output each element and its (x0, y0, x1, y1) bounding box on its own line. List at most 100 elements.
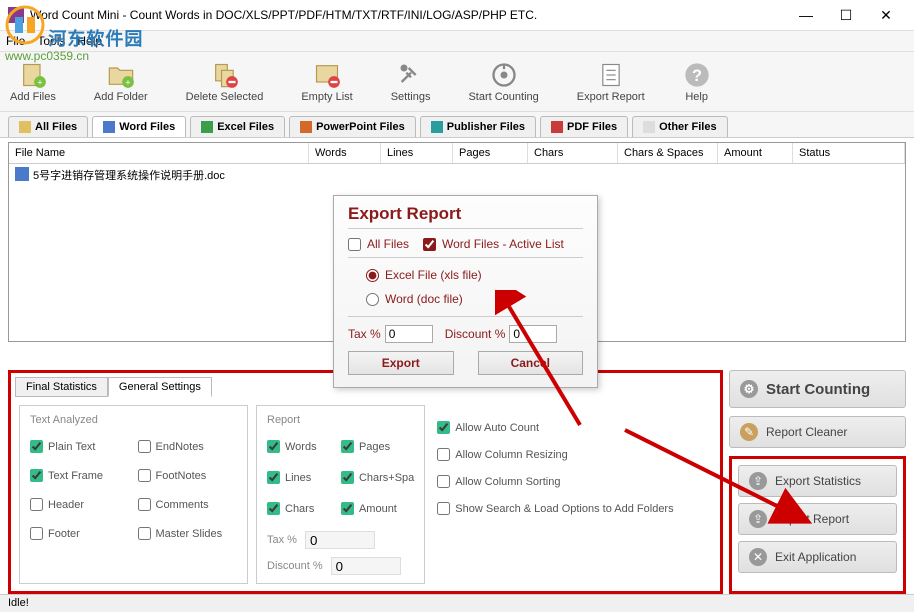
status-bar: Idle! (0, 594, 914, 612)
word-files-active-label: Word Files - Active List (442, 237, 564, 251)
export-report-dialog: Export Report All Files Word Files - Act… (333, 195, 598, 388)
discount-label: Discount % (267, 560, 323, 572)
chk-all-files[interactable] (348, 238, 361, 251)
menu-file[interactable]: File (6, 34, 25, 48)
col-amount[interactable]: Amount (718, 143, 793, 163)
col-chars[interactable]: Chars (528, 143, 618, 163)
file-row[interactable]: 5号字进销存管理系统操作说明手册.doc (9, 164, 905, 186)
chk-amount[interactable]: Amount (341, 502, 414, 515)
export-statistics-button[interactable]: ⇪Export Statistics (738, 465, 897, 497)
tax-input[interactable] (305, 531, 375, 549)
tab-general-settings[interactable]: General Settings (108, 377, 212, 397)
text-analyzed-group: Text Analyzed Plain Text EndNotes Text F… (19, 405, 248, 584)
start-counting-side-button[interactable]: ⚙Start Counting (729, 370, 906, 408)
col-chars-spaces[interactable]: Chars & Spaces (618, 143, 718, 163)
exit-application-button[interactable]: ✕Exit Application (738, 541, 897, 573)
options-group: Allow Auto Count Allow Column Resizing A… (433, 405, 712, 584)
maximize-button[interactable]: ☐ (826, 0, 866, 30)
add-folder-button[interactable]: +Add Folder (94, 61, 148, 103)
export-button[interactable]: Export (348, 351, 454, 375)
titlebar: Word Count Mini - Count Words in DOC/XLS… (0, 0, 914, 30)
dialog-tax-label: Tax % (348, 327, 381, 341)
col-pages[interactable]: Pages (453, 143, 528, 163)
dialog-tax-input[interactable] (385, 325, 433, 343)
side-buttons-column: ⚙Start Counting ✎Report Cleaner ⇪Export … (729, 370, 906, 594)
chk-chars[interactable]: Chars (267, 502, 333, 515)
chk-master-slides[interactable]: Master Slides (138, 527, 238, 540)
export-icon: ⇪ (749, 510, 767, 528)
chk-show-search[interactable]: Show Search & Load Options to Add Folder… (437, 502, 708, 515)
col-status[interactable]: Status (793, 143, 905, 163)
report-group: Report Words Pages Lines Chars+Spa Chars… (256, 405, 425, 584)
gear-icon: ⚙ (740, 380, 758, 398)
chk-column-sorting[interactable]: Allow Column Sorting (437, 475, 708, 488)
tab-other-files[interactable]: Other Files (632, 116, 727, 137)
tab-word-files[interactable]: Word Files (92, 116, 186, 137)
tab-final-statistics[interactable]: Final Statistics (15, 377, 108, 397)
window-title: Word Count Mini - Count Words in DOC/XLS… (30, 8, 786, 22)
bottom-panel: Final Statistics General Settings Text A… (8, 370, 906, 594)
file-tabs: All Files Word Files Excel Files PowerPo… (0, 112, 914, 138)
dialog-title: Export Report (348, 204, 583, 224)
tab-all-files[interactable]: All Files (8, 116, 88, 137)
chk-pages[interactable]: Pages (341, 440, 414, 453)
chk-chars-spaces[interactable]: Chars+Spa (341, 471, 414, 484)
chk-footer[interactable]: Footer (30, 527, 130, 540)
close-icon: ✕ (749, 548, 767, 566)
export-report-side-button[interactable]: ⇪Export Report (738, 503, 897, 535)
settings-panel: Final Statistics General Settings Text A… (8, 370, 723, 594)
export-icon: ⇪ (749, 472, 767, 490)
export-button-group: ⇪Export Statistics ⇪Export Report ✕Exit … (729, 456, 906, 594)
empty-list-button[interactable]: Empty List (301, 61, 352, 103)
start-counting-button[interactable]: Start Counting (468, 61, 538, 103)
chk-comments[interactable]: Comments (138, 498, 238, 511)
svg-text:+: + (37, 77, 42, 87)
chk-lines[interactable]: Lines (267, 471, 333, 484)
delete-selected-button[interactable]: Delete Selected (186, 61, 264, 103)
chk-footnotes[interactable]: FootNotes (138, 469, 238, 482)
chk-plain-text[interactable]: Plain Text (30, 440, 130, 453)
brush-icon: ✎ (740, 423, 758, 441)
tab-pdf-files[interactable]: PDF Files (540, 116, 628, 137)
tax-label: Tax % (267, 534, 297, 546)
col-filename[interactable]: File Name (9, 143, 309, 163)
svg-text:?: ? (692, 66, 702, 84)
discount-input[interactable] (331, 557, 401, 575)
app-icon (8, 7, 24, 23)
export-report-button[interactable]: Export Report (577, 61, 645, 103)
dialog-discount-label: Discount % (445, 327, 506, 341)
report-cleaner-button[interactable]: ✎Report Cleaner (729, 416, 906, 448)
radio-excel-file[interactable]: Excel File (xls file) (366, 268, 583, 282)
chk-text-frame[interactable]: Text Frame (30, 469, 130, 482)
chk-auto-count[interactable]: Allow Auto Count (437, 421, 708, 434)
menu-help[interactable]: Help (77, 34, 102, 48)
tab-publisher-files[interactable]: Publisher Files (420, 116, 536, 137)
toolbar: +Add Files +Add Folder Delete Selected E… (0, 52, 914, 112)
text-analyzed-legend: Text Analyzed (30, 414, 237, 426)
close-button[interactable]: ✕ (866, 0, 906, 30)
word-file-icon (15, 167, 29, 181)
col-lines[interactable]: Lines (381, 143, 453, 163)
chk-header[interactable]: Header (30, 498, 130, 511)
all-files-label: All Files (367, 237, 409, 251)
chk-column-resizing[interactable]: Allow Column Resizing (437, 448, 708, 461)
col-words[interactable]: Words (309, 143, 381, 163)
help-button[interactable]: ?Help (683, 61, 711, 103)
file-name-cell: 5号字进销存管理系统操作说明手册.doc (33, 167, 225, 183)
dialog-discount-input[interactable] (509, 325, 557, 343)
cancel-button[interactable]: Cancel (478, 351, 584, 375)
settings-button[interactable]: Settings (391, 61, 431, 103)
tab-ppt-files[interactable]: PowerPoint Files (289, 116, 416, 137)
add-files-button[interactable]: +Add Files (10, 61, 56, 103)
menubar: File Tools Help (0, 30, 914, 52)
menu-tools[interactable]: Tools (37, 34, 65, 48)
minimize-button[interactable]: — (786, 0, 826, 30)
report-legend: Report (267, 414, 414, 426)
chk-endnotes[interactable]: EndNotes (138, 440, 238, 453)
chk-word-files-active[interactable] (423, 238, 436, 251)
file-list-header: File Name Words Lines Pages Chars Chars … (9, 143, 905, 164)
radio-word-file[interactable]: Word (doc file) (366, 292, 583, 306)
tab-excel-files[interactable]: Excel Files (190, 116, 285, 137)
chk-words[interactable]: Words (267, 440, 333, 453)
svg-text:+: + (125, 77, 130, 87)
